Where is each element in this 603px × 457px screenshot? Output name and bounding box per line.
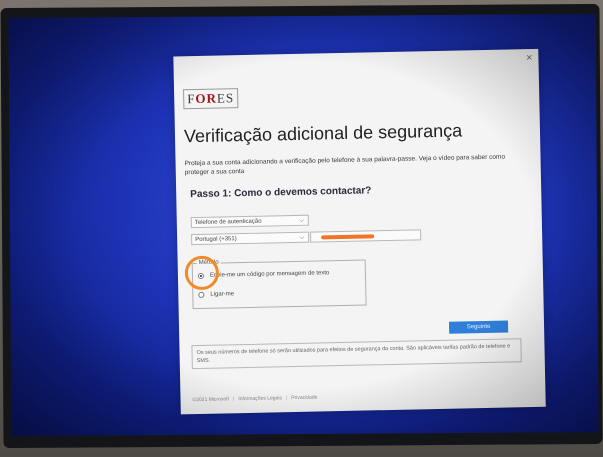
logo-accent: OR — [195, 90, 218, 107]
method-option-call[interactable]: Ligar-me — [198, 291, 234, 298]
next-button[interactable]: Seguinte — [448, 320, 509, 334]
radio-call[interactable] — [198, 291, 205, 298]
legal-link[interactable]: Informações Legais — [238, 395, 282, 402]
logo-prefix: F — [187, 91, 196, 107]
copyright-text: ©2021 Microsoft — [192, 396, 230, 404]
company-logo: F OR ES — [183, 88, 239, 110]
footer-separator: | — [232, 396, 235, 403]
footer-separator: | — [285, 395, 288, 402]
redacted-phone-number — [321, 234, 375, 240]
method-option-sms-label: Envie-me um código por mensagem de texto — [209, 270, 330, 279]
footer: ©2021 Microsoft | Informações Legais | P… — [192, 395, 317, 404]
chevron-down-icon: ⌵ — [299, 217, 304, 224]
logo-suffix: ES — [216, 90, 235, 106]
security-verification-dialog: × F OR ES Verificação adicional de seguran… — [173, 48, 546, 415]
contact-method-value: Telefone de autenticação — [194, 218, 262, 226]
page-title: Verificação adicional de segurança — [183, 120, 463, 147]
privacy-link[interactable]: Privacidade — [291, 395, 317, 402]
chevron-down-icon: ⌵ — [299, 234, 305, 241]
country-value: Portugal (+351) — [195, 235, 237, 243]
phone-usage-notice: Os seus números de telefone só serão uti… — [191, 338, 522, 370]
desktop-screen: × F OR ES Verificação adicional de seguran… — [8, 13, 599, 437]
contact-method-select[interactable]: Telefone de autenticação ⌵ — [190, 214, 309, 229]
close-icon[interactable]: × — [526, 52, 533, 64]
intro-text: Proteja a sua conta adicionando a verifi… — [184, 153, 506, 177]
phone-number-input[interactable] — [310, 229, 422, 243]
country-select[interactable]: Portugal (+351) ⌵ — [191, 231, 310, 246]
method-option-call-label: Ligar-me — [210, 291, 235, 298]
step-title: Passo 1: Como o devemos contactar? — [190, 185, 372, 201]
